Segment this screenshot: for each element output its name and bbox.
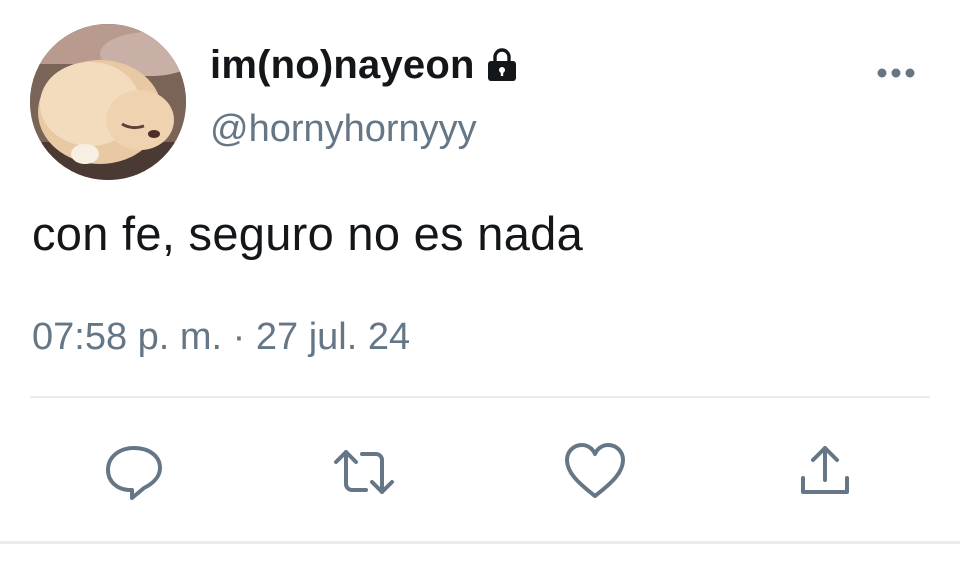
display-name-row: im(no)nayeon	[210, 40, 521, 90]
display-name[interactable]: im(no)nayeon	[210, 43, 475, 88]
like-button[interactable]	[563, 440, 627, 504]
lock-icon	[483, 46, 521, 84]
more-options-icon[interactable]	[872, 58, 920, 88]
action-bar	[0, 440, 960, 504]
tweet-text: con fe, seguro no es nada	[32, 207, 584, 260]
reply-button[interactable]	[102, 440, 166, 504]
share-icon	[801, 446, 849, 494]
avatar-image	[30, 24, 186, 180]
share-button[interactable]	[793, 440, 857, 504]
reply-icon	[106, 446, 162, 500]
tweet-card: im(no)nayeon @hornyhornyyy con fe, segur…	[0, 0, 960, 561]
heart-icon	[565, 443, 625, 498]
timestamp[interactable]: 07:58 p. m. · 27 jul. 24	[32, 316, 410, 359]
bottom-divider	[0, 541, 960, 544]
user-handle[interactable]: @hornyhornyyy	[210, 108, 477, 151]
avatar[interactable]	[30, 24, 186, 180]
divider	[30, 396, 930, 398]
retweet-icon	[334, 450, 394, 494]
retweet-button[interactable]	[332, 440, 396, 504]
